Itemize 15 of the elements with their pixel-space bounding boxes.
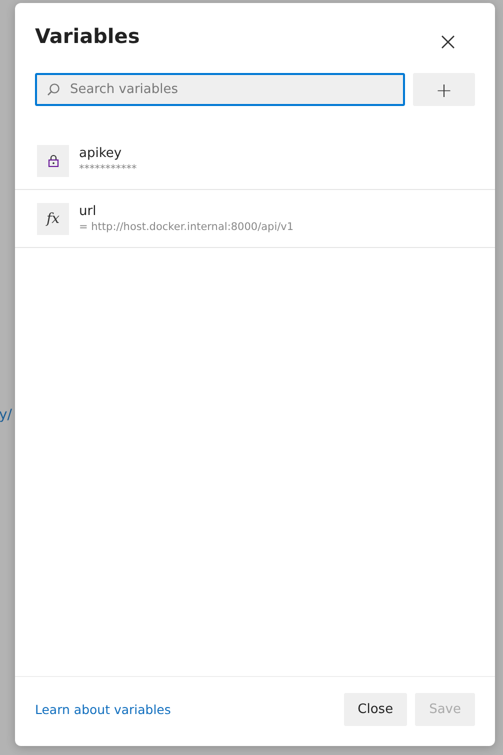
padlock-icon xyxy=(48,154,58,167)
add-button[interactable]: + xyxy=(413,73,475,106)
close-icon[interactable] xyxy=(441,35,455,49)
variable-row[interactable]: fx url = http://host.docker.internal:8000/api/v1 xyxy=(15,190,495,248)
search-icon xyxy=(47,83,60,96)
search-field[interactable]: Search variables xyxy=(35,73,405,106)
footer-button[interactable]: Close xyxy=(344,693,408,726)
variable-row[interactable]: apikey *********** xyxy=(15,132,495,190)
variable-value: *********** xyxy=(79,163,137,175)
function-icon: fx xyxy=(46,210,60,226)
variable-name: url xyxy=(79,204,98,219)
learn-link[interactable]: Learn about variables xyxy=(35,702,171,717)
dialog-title: Variables xyxy=(35,24,140,48)
variable-name: apikey xyxy=(79,146,123,161)
variable-value: = http://host.docker.internal:8000/api/v1 xyxy=(79,221,294,233)
